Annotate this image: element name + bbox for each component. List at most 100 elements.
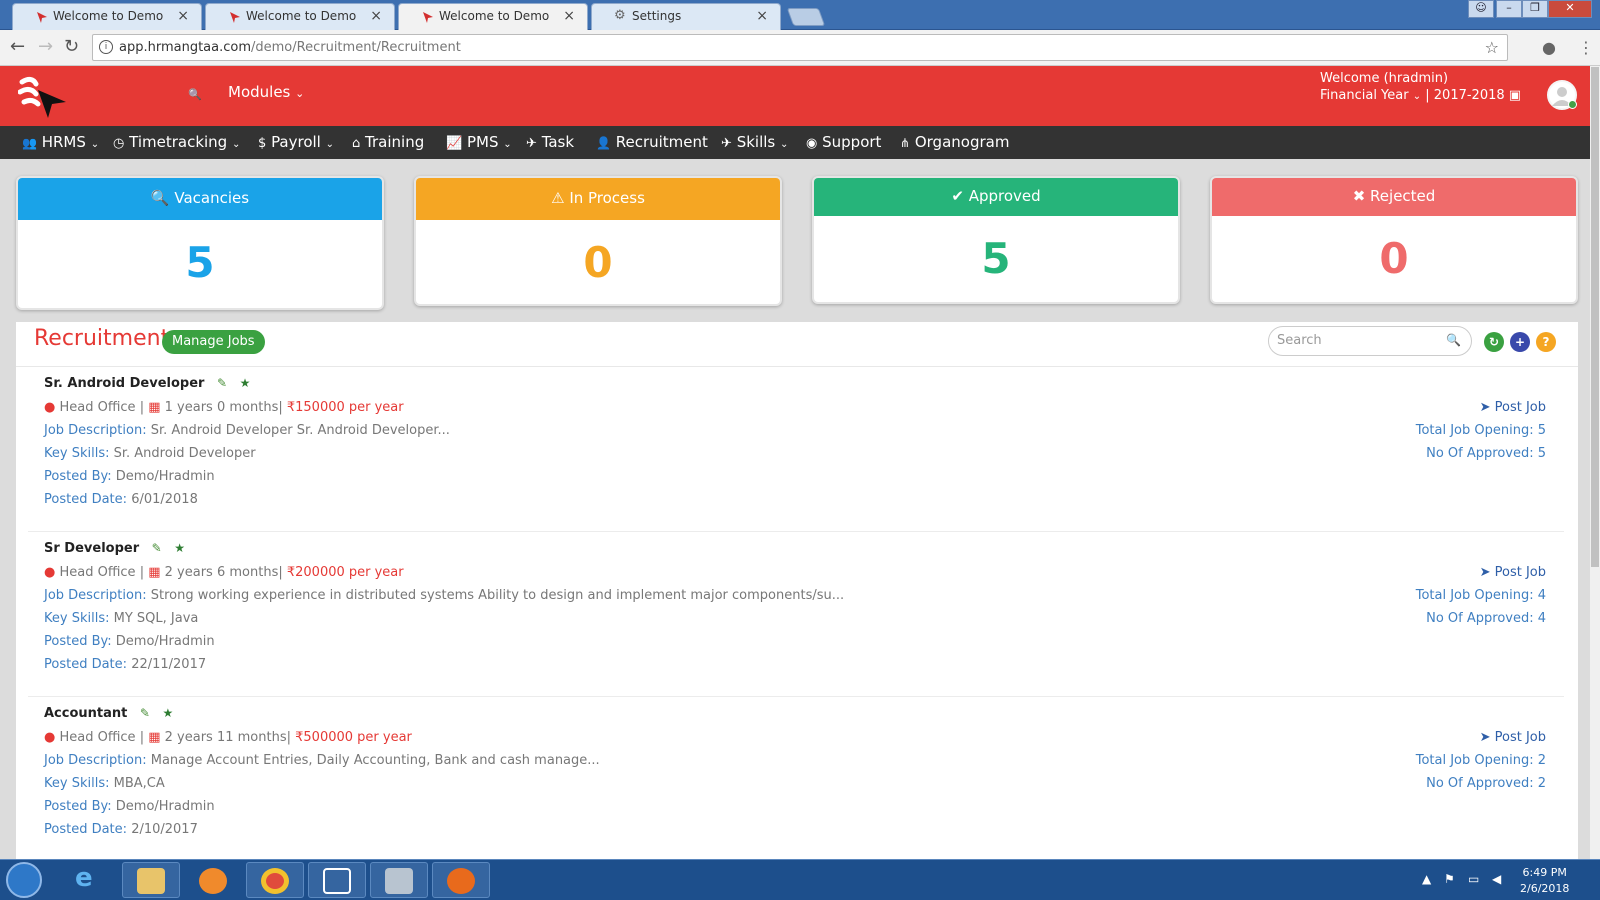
check-icon: ✔ [951,187,964,205]
add-button[interactable]: + [1510,332,1530,352]
calculator-icon[interactable] [370,862,428,898]
posted-by-label: Posted By: [44,469,112,484]
stat-card-in-process[interactable]: ⚠ In Process 0 [414,176,782,306]
url-input[interactable]: i app.hrmangtaa.com/demo/Recruitment/Rec… [92,34,1508,61]
job-title[interactable]: Accountant [44,706,127,721]
file-explorer-icon[interactable] [122,862,180,898]
stat-card-vacancies[interactable]: 🔍 Vacancies 5 [16,176,384,310]
key-skills-row: Key Skills: MY SQL, Java [44,611,198,626]
firefox-icon[interactable] [432,862,490,898]
tab-close-icon[interactable]: × [563,8,575,24]
financial-year[interactable]: Financial Year ⌄ | 2017-2018 ▣ [1320,87,1521,105]
nav-item-support[interactable]: ◉ Support [806,133,881,151]
nav-item-hrms[interactable]: 👥 HRMS ⌄ [22,133,99,151]
bookmark-star-icon[interactable]: ☆ [1485,38,1499,57]
paper-plane-icon: ➤ [1479,730,1491,745]
user-profile-icon[interactable]: ☺ [1468,0,1494,18]
post-job-link[interactable]: ➤ Post Job [1416,396,1546,419]
job-title[interactable]: Sr Developer [44,541,139,556]
user-welcome: Welcome (hradmin) Financial Year ⌄ | 201… [1320,70,1521,105]
pencil-icon[interactable]: ✎ [140,706,150,720]
search-placeholder: Search [1277,333,1322,348]
system-clock[interactable]: 6:49 PM 2/6/2018 [1520,865,1569,897]
chrome-icon[interactable] [246,862,304,898]
nav-item-payroll[interactable]: $ Payroll ⌄ [258,133,334,151]
nav-item-timetracking[interactable]: ◷ Timetracking ⌄ [113,133,240,151]
nav-item-skills[interactable]: ✈ Skills ⌄ [721,133,788,151]
network-icon[interactable]: ▭ [1468,872,1479,886]
bank-icon: ⌂ [352,136,361,151]
browser-tab-active[interactable]: Welcome to Demo × [398,3,588,30]
star-icon[interactable]: ★ [163,706,174,720]
clock-time: 6:49 PM [1522,866,1567,879]
plane-icon: ✈ [526,136,537,151]
job-description-label: Job Description: [44,753,147,768]
action-center-icon[interactable]: ⚑ [1444,872,1455,886]
minimize-icon[interactable]: – [1496,0,1522,18]
calendar-icon: ▦ [148,730,161,745]
search-input[interactable]: Search 🔍 [1268,326,1472,356]
browser-tab[interactable]: Welcome to Demo × [205,3,395,30]
show-hidden-icons-icon[interactable]: ▲ [1422,872,1431,886]
back-arrow-icon[interactable]: ← [10,36,25,57]
stat-card-rejected[interactable]: ✖ Rejected 0 [1210,176,1578,304]
star-icon[interactable]: ★ [174,541,185,555]
post-job-link[interactable]: ➤ Post Job [1416,726,1546,749]
search-icon[interactable]: 🔍 [1446,333,1461,347]
menu-icon[interactable]: ⋮ [1578,38,1594,57]
approved-count: No Of Approved: 5 [1426,446,1546,461]
tab-close-icon[interactable]: × [370,8,382,24]
windows-taskbar: e ▲ ⚑ ▭ ◀ 6:49 PM 2/6/2018 [0,859,1600,900]
search-icon[interactable]: 🔍 [188,88,202,101]
nav-label: Organogram [914,133,1010,151]
internet-explorer-icon[interactable]: e [60,862,118,898]
close-window-icon[interactable]: ✕ [1548,0,1592,18]
volume-icon[interactable]: ◀ [1492,872,1501,886]
browser-tab[interactable]: ⚙ Settings × [591,3,781,30]
post-job-label: Post Job [1494,730,1546,745]
pencil-icon[interactable]: ✎ [152,541,162,555]
tab-close-icon[interactable]: × [756,8,768,24]
clock-icon: ◷ [113,136,125,151]
avatar[interactable] [1547,80,1577,110]
sitemap-icon: ⋔ [900,136,911,150]
restore-icon[interactable]: ❐ [1522,0,1548,18]
help-button[interactable]: ? [1536,332,1556,352]
app-logo[interactable] [18,74,70,120]
browser-tab[interactable]: Welcome to Demo × [12,3,202,30]
scrollbar-thumb[interactable] [1591,67,1599,567]
nav-item-organogram[interactable]: ⋔ Organogram [900,133,1009,151]
modules-dropdown[interactable]: Modules ⌄ [228,83,304,101]
nav-item-recruitment[interactable]: 👤 Recruitment [596,133,708,151]
reload-icon[interactable]: ↻ [64,36,79,57]
posted-by: Demo/Hradmin [115,799,215,814]
nav-item-pms[interactable]: 📈 PMS ⌄ [446,133,512,151]
posted-date-label: Posted Date: [44,657,128,672]
refresh-button[interactable]: ↻ [1484,332,1504,352]
new-tab-button[interactable] [786,8,826,26]
plane-icon: ✈ [721,136,732,151]
job-location: Head Office [59,400,136,415]
forward-arrow-icon[interactable]: → [38,36,53,57]
stat-card-approved[interactable]: ✔ Approved 5 [812,176,1180,304]
manage-jobs-button[interactable]: Manage Jobs [162,330,265,354]
tab-close-icon[interactable]: × [177,8,189,24]
stat-card-header: ⚠ In Process [416,178,780,220]
stat-value: 0 [583,238,613,287]
job-actions: ➤ Post Job Total Job Opening: 5 No Of Ap… [1416,396,1546,465]
star-icon[interactable]: ★ [240,376,251,390]
dollar-icon: $ [258,136,267,151]
windows-start-icon[interactable] [6,862,42,898]
extension-icon[interactable]: ● [1542,38,1556,57]
post-job-link[interactable]: ➤ Post Job [1416,561,1546,584]
stat-label: In Process [569,189,645,207]
nav-item-task[interactable]: ✈ Task [526,133,574,151]
posted-date: 22/11/2017 [131,657,207,672]
info-icon[interactable]: i [99,40,113,54]
line-chart-icon: 📈 [446,136,463,151]
snipping-tool-icon[interactable] [308,862,366,898]
pencil-icon[interactable]: ✎ [217,376,227,390]
nav-item-training[interactable]: ⌂ Training [352,133,424,151]
job-title[interactable]: Sr. Android Developer [44,376,204,391]
media-player-icon[interactable] [184,862,242,898]
